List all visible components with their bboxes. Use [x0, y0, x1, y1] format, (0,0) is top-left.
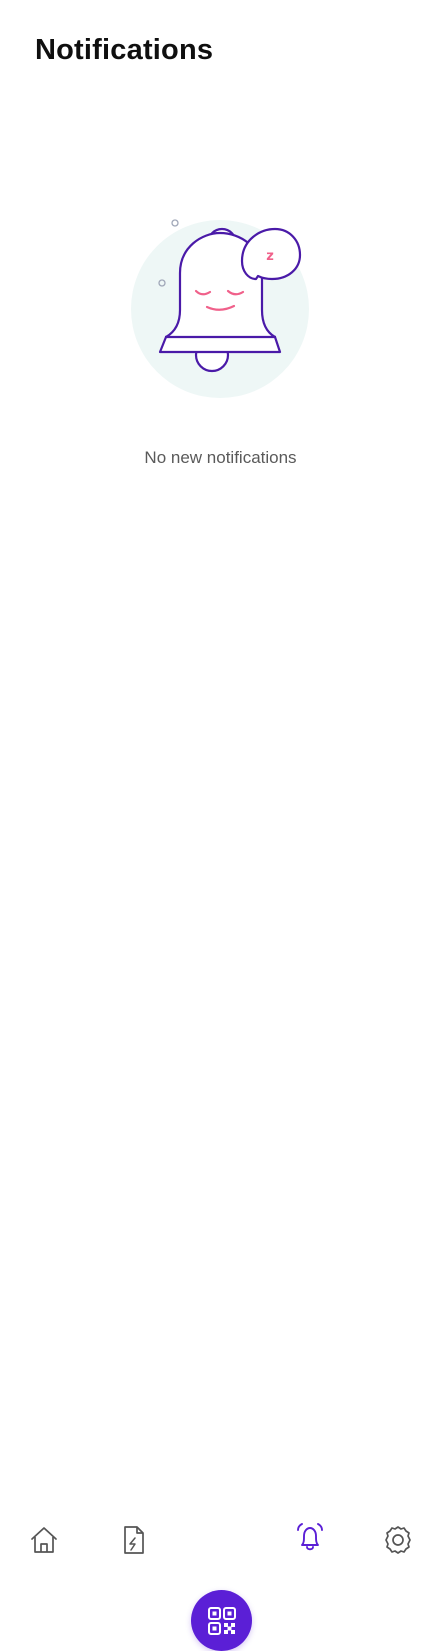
- snore-text: z: [266, 249, 274, 264]
- page-title: Notifications: [35, 34, 214, 66]
- empty-state-message: No new notifications: [144, 448, 297, 467]
- nav-notifications-button[interactable]: [290, 1518, 330, 1558]
- sleeping-bell-icon: z: [131, 219, 309, 398]
- bell-icon: [297, 1523, 323, 1551]
- nav-documents-button[interactable]: [113, 1520, 153, 1560]
- document-icon: [124, 1526, 144, 1554]
- nav-home-button[interactable]: [24, 1520, 64, 1560]
- qr-code-icon: [207, 1606, 236, 1635]
- bottom-navigation: [0, 790, 441, 1651]
- nav-settings-button[interactable]: [378, 1520, 418, 1560]
- nav-scan-qr-button[interactable]: [191, 1590, 252, 1651]
- home-icon: [31, 1527, 57, 1553]
- gear-icon: [385, 1526, 411, 1554]
- decor-dot-icon: [171, 219, 179, 227]
